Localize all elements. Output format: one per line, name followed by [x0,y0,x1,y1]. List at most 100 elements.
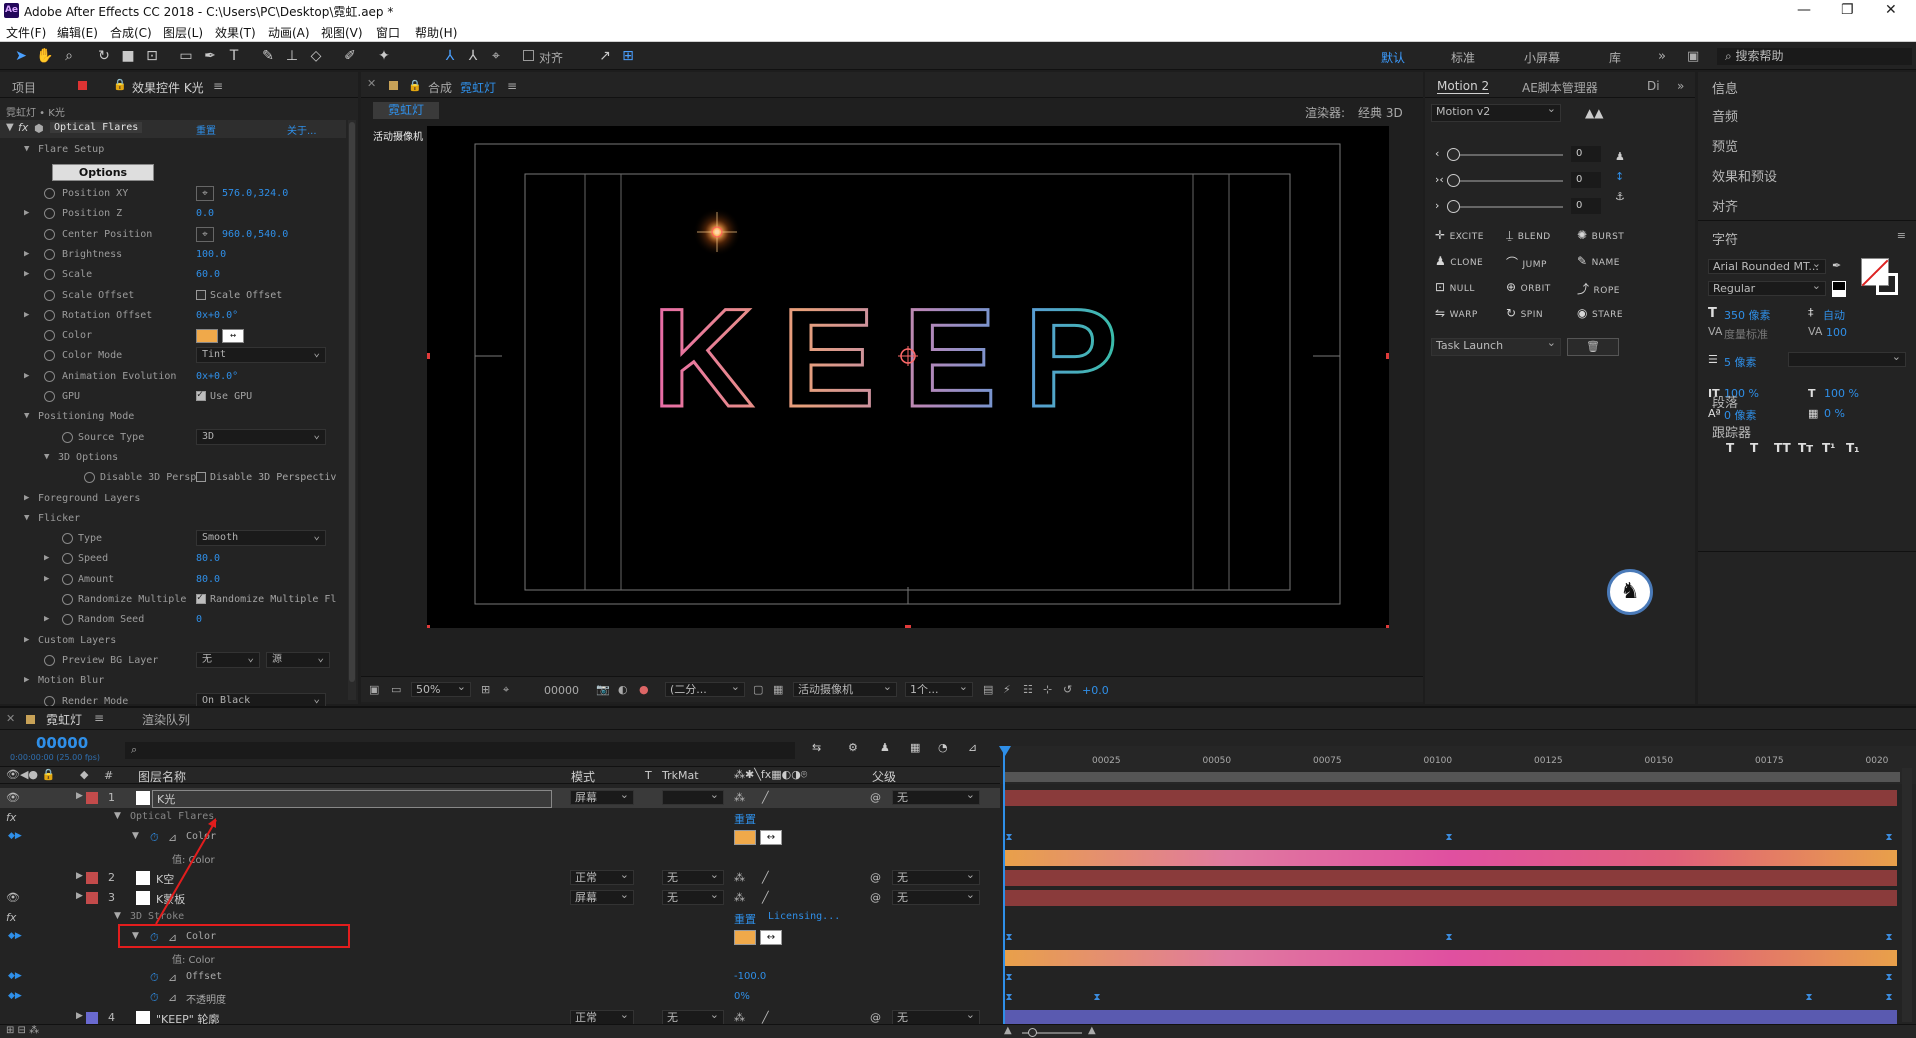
monitor-icon[interactable]: ▭ [391,683,401,696]
motion-slider-value[interactable]: 0 [1571,172,1601,188]
stopwatch-icon[interactable] [44,228,55,240]
panel-align[interactable]: 对齐 [1712,196,1738,215]
menu-window[interactable]: 窗口 [376,24,400,41]
fx-icon[interactable]: fx [6,911,16,924]
property-value[interactable]: 0% [734,991,750,1002]
parent-header[interactable]: 父级 [872,768,896,785]
fx-prop-value[interactable]: 80.0 [196,553,220,564]
fx-icon[interactable]: fx [18,121,28,134]
fx-prop-row[interactable]: Type Smooth [0,529,346,549]
menu-help[interactable]: 帮助(H) [415,24,457,41]
twirl-open-icon[interactable]: ▼ [44,452,49,462]
flowchart-icon[interactable]: ⊹ [1043,683,1052,696]
fx-prop-row[interactable]: Color ↔ [0,326,346,346]
panel-menu-icon[interactable]: ≡ [213,79,223,93]
world-axis-icon[interactable]: ⅄ [464,47,482,65]
fx-prop-row[interactable]: Center Position ⌖ 960.0,540.0 [0,225,346,245]
motion-slider-track[interactable] [1447,148,1563,161]
view-axis-icon[interactable]: ⌖ [487,47,505,65]
anchor-icon[interactable]: ⚓ [1615,190,1625,203]
motion-slider-value[interactable]: 0 [1571,146,1601,162]
lock-icon[interactable]: 🔒 [113,78,127,91]
fx-prop-row[interactable]: ▶ Rotation Offset 0x+0.0° [0,306,346,326]
rotate-tool-icon[interactable]: ↻ [95,47,113,65]
fx-prop-row[interactable]: Color Mode Tint [0,346,346,366]
fx-prop-value[interactable]: 0.0 [196,208,214,219]
stopwatch-icon[interactable]: ⏱ [150,991,159,1005]
views-dropdown[interactable]: 1个... [905,680,973,697]
timeline-scrollbar[interactable] [1902,768,1912,1022]
draft-3d-icon[interactable]: ⚙ [848,741,858,754]
tab-motion2[interactable]: Motion 2 [1437,79,1490,94]
stopwatch-icon[interactable] [44,350,55,362]
fx-prop-row[interactable]: Preview BG Layer 无源 [0,651,346,671]
motion-name-button[interactable]: ✎ NAME [1577,254,1620,268]
twirl-icon[interactable]: ▶ [76,891,83,901]
stopwatch-icon[interactable] [62,614,73,626]
channel-icon[interactable]: ● [639,683,649,696]
always-preview-icon[interactable]: ▣ [369,683,379,696]
tracking-value[interactable]: 100 [1826,326,1847,339]
stopwatch-icon[interactable] [62,533,73,545]
visibility-icon[interactable]: 👁 [6,891,20,904]
motion-slider-thumb[interactable] [1447,200,1460,213]
twirl-open-icon[interactable]: ▼ [24,144,29,154]
layer-row[interactable]: 👁 ▶ 1 K光 屏幕 ⁂ ╱ @ 无 [0,788,1000,808]
comp-mini-flowchart-icon[interactable]: ⇆ [812,741,821,754]
fx-prop-row[interactable]: Scale Offset Scale Offset [0,286,346,306]
resolution-dropdown[interactable]: (二分... [665,680,745,697]
fx-prop-checkbox[interactable] [196,389,206,401]
tsume-value[interactable]: 0 % [1824,407,1845,420]
workspace-standard[interactable]: 标准 [1451,49,1475,66]
twirl-closed-icon[interactable]: ▶ [24,310,29,320]
fx-prop-dropdown[interactable]: 3D [196,428,326,445]
effect-header[interactable]: ▼ fx ⬢ Optical Flares 重置 关于... [0,120,346,138]
fx-prop-row[interactable]: ▶ Brightness 100.0 [0,245,346,265]
quality-switch-icon[interactable]: ╱ [762,891,769,904]
graph-icon[interactable]: ⊿ [168,991,177,1004]
panel-menu-icon[interactable]: ≡ [507,79,517,93]
tab-script-manager[interactable]: AE脚本管理器 [1522,79,1598,96]
effect-reset-link[interactable]: 重置 [734,811,756,827]
twirl-closed-icon[interactable]: ▶ [24,635,29,645]
menu-animation[interactable]: 动画(A) [268,24,310,41]
keyframe-nav-icon[interactable]: ◆▶ [8,831,22,841]
stopwatch-icon[interactable]: ⏱ [150,971,159,985]
motion-slider-thumb[interactable] [1447,174,1460,187]
fx-prop-row[interactable]: ▶ Motion Blur [0,671,346,691]
visibility-icon[interactable]: 👁 [6,791,20,804]
motion-blend-button[interactable]: ⍊ BLEND [1506,228,1551,243]
blend-mode-dropdown[interactable]: 屏幕 [570,888,634,905]
mode-header[interactable]: 模式 [571,768,595,785]
trkmat-dropdown[interactable]: 无 [662,868,724,885]
stopwatch-icon[interactable] [44,248,55,260]
renderer-value[interactable]: 经典 3D [1358,104,1403,121]
layer-duration-bar[interactable] [1005,790,1897,806]
fx-prop-row[interactable]: ▶ Speed 80.0 [0,549,346,569]
fx-prop-value[interactable]: 60.0 [196,269,220,280]
zoom-out-icon[interactable]: ▲ [1004,1025,1012,1036]
fx-prop-dropdown[interactable]: 源 [266,651,330,668]
blend-mode-dropdown[interactable]: 正常 [570,1008,634,1025]
layer-duration-bar[interactable] [1005,890,1897,906]
tab-close-icon[interactable]: ✕ [367,77,376,90]
motion-null-button[interactable]: ⊡ NULL [1435,280,1475,294]
clone-stamp-tool-icon[interactable]: ⊥ [283,47,301,65]
stopwatch-icon[interactable] [62,553,73,565]
label-color-swatch[interactable] [86,892,98,904]
color-swatch[interactable] [196,329,218,344]
zoom-slider-thumb[interactable] [1028,1028,1037,1037]
eyedropper-icon[interactable]: ↔ [760,930,782,945]
leading-value[interactable]: 自动 [1823,307,1845,323]
type-tool-icon[interactable]: T [225,47,243,65]
twirl-closed-icon[interactable]: ▶ [24,493,29,503]
parent-dropdown[interactable]: 无 [892,788,980,805]
keyframe-icon[interactable]: ⧗ [1884,833,1894,843]
stopwatch-icon[interactable] [44,309,55,321]
fx-prop-value[interactable]: 576.0,324.0 [222,188,288,199]
pickwhip-icon[interactable]: @ [870,1011,881,1024]
motion-clone-button[interactable]: ♟ CLONE [1435,254,1483,268]
exposure-value[interactable]: +0.0 [1082,684,1109,697]
delete-task-button[interactable]: 🗑 [1567,338,1619,356]
text-style-button[interactable]: T [1726,441,1734,455]
